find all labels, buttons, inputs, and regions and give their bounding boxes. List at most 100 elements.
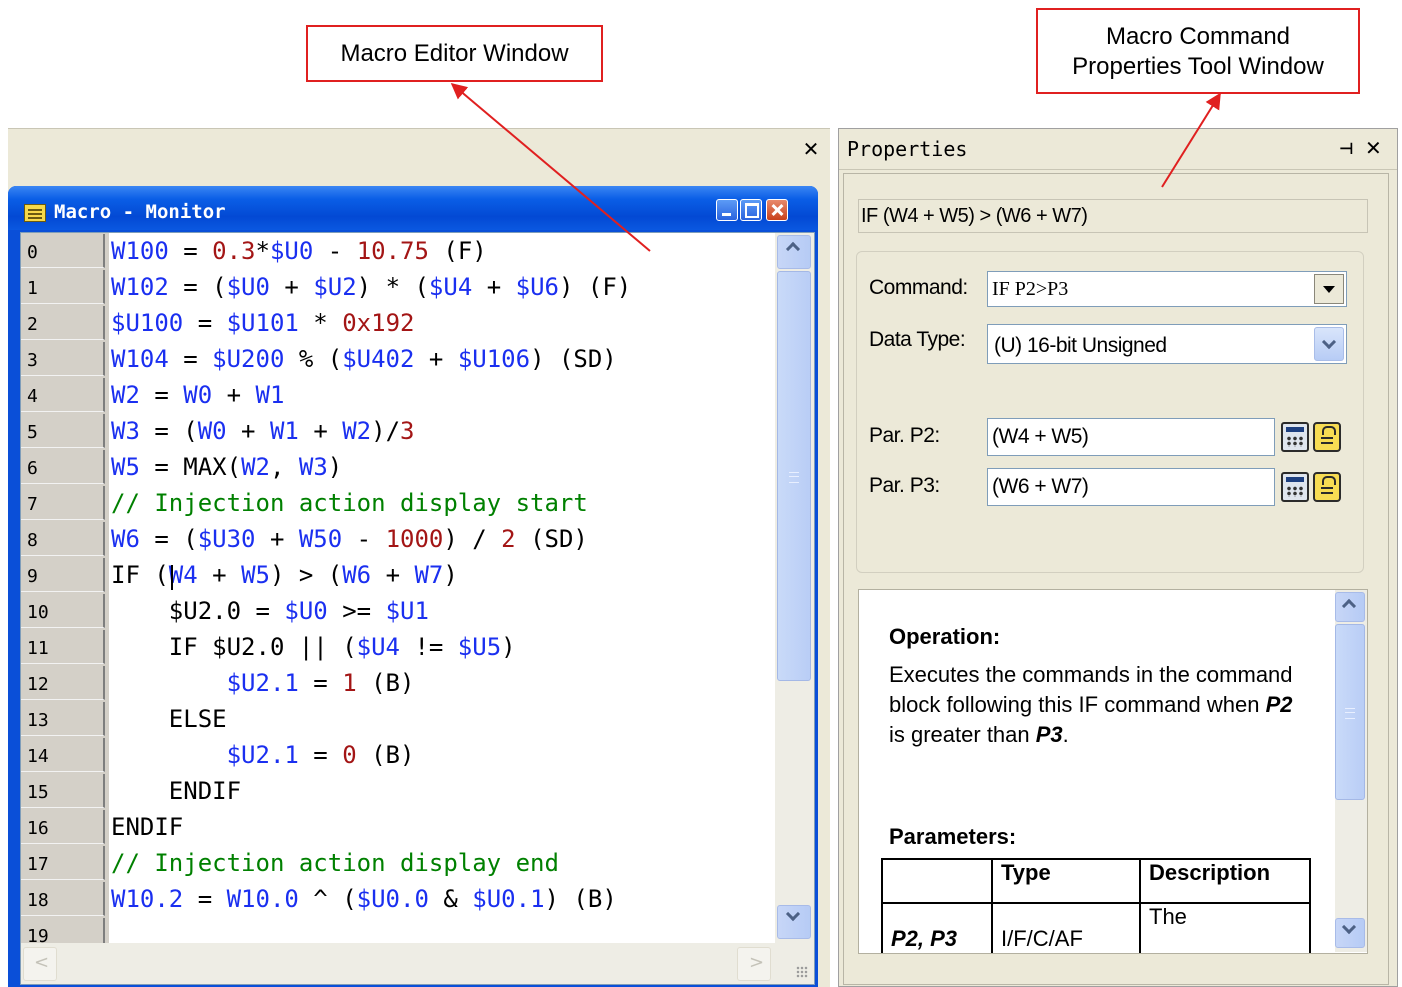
operation-text-part: . xyxy=(1062,722,1069,747)
code-token: W2 xyxy=(342,417,372,445)
code-token: ) xyxy=(443,561,458,589)
help-scroll-thumb[interactable] xyxy=(1335,624,1365,800)
dropdown-arrow-icon[interactable] xyxy=(1314,274,1344,304)
code-line[interactable]: 17// Injection action display end xyxy=(21,845,775,881)
command-dropdown[interactable]: IF P2>P3 xyxy=(987,271,1347,307)
code-token: W5 xyxy=(111,453,140,481)
operation-heading: Operation: xyxy=(889,624,1001,649)
code-token: 0 xyxy=(342,741,357,769)
code-line[interactable]: 18 W10.2 = W10.0 ^ ($U0.0 & $U0.1) (B) xyxy=(21,881,775,917)
code-line[interactable]: 8 W6 = ($U30 + W50 - 1000) / 2 (SD) xyxy=(21,521,775,557)
code-text: W104 = $U200 % ($U402 + $U106) (SD) xyxy=(111,341,617,377)
code-line[interactable]: 4 W2 = W0 + W1 xyxy=(21,377,775,413)
code-token: $U2.0 xyxy=(168,597,242,625)
operation-text-part: Executes the commands in the command blo… xyxy=(889,662,1293,717)
code-line[interactable]: 5 W3 = (W0 + W1 + W2)/3 xyxy=(21,413,775,449)
minimize-button[interactable] xyxy=(716,199,738,221)
callout-properties-tool: Macro Command Properties Tool Window xyxy=(1036,8,1360,94)
data-type-dropdown[interactable]: (U) 16-bit Unsigned xyxy=(987,324,1347,364)
operation-text-part: is greater than xyxy=(889,722,1036,747)
code-line[interactable]: 7// Injection action display start xyxy=(21,485,775,521)
properties-tool-window: Properties ⊣ ✕ IF (W4 + W5) > (W6 + W7) … xyxy=(838,128,1398,987)
par-p2-input[interactable]: (W4 + W5) xyxy=(987,418,1275,456)
close-icon[interactable]: ✕ xyxy=(802,139,820,159)
par-p3-input[interactable]: (W6 + W7) xyxy=(987,468,1275,506)
editor-scroll-thumb[interactable] xyxy=(777,271,811,681)
code-token: W10.2 xyxy=(111,885,184,913)
code-token: (B) xyxy=(356,669,415,697)
code-token: W2 xyxy=(241,453,270,481)
scroll-down-icon[interactable] xyxy=(1335,918,1365,948)
macro-document-icon xyxy=(24,204,46,222)
maximize-button[interactable] xyxy=(740,199,762,221)
calculator-icon[interactable] xyxy=(1281,422,1309,452)
code-token: + xyxy=(212,381,256,409)
code-line[interactable]: 6 W5 = MAX(W2, W3) xyxy=(21,449,775,485)
code-text: $U2.1 = 0 (B) xyxy=(111,737,415,773)
code-text: // Injection action display start xyxy=(111,485,588,521)
code-line[interactable]: 10 $U2.0 = $U0 >= $U1 xyxy=(21,593,775,629)
scroll-left-icon[interactable] xyxy=(23,947,57,981)
code-line[interactable]: 15 ENDIF xyxy=(21,773,775,809)
code-lines[interactable]: 0 W100 = 0.3*$U0 - 10.75 (F) 1 W102 = ($U0 … xyxy=(21,233,775,943)
table-cell: I/F/C/AF xyxy=(991,902,1141,953)
table-header-row: Type Description xyxy=(881,858,1311,904)
code-line[interactable]: 1 W102 = ($U0 + $U2) * ($U4 + $U6) (F) xyxy=(21,269,775,305)
code-text: ELSE xyxy=(111,701,227,737)
operation-param-p3: P3 xyxy=(1035,722,1063,747)
calculator-icon[interactable] xyxy=(1281,472,1309,502)
code-text: W102 = ($U0 + $U2) * ($U4 + $U6) (F) xyxy=(111,269,631,305)
editor-horizontal-scrollbar[interactable] xyxy=(21,943,775,984)
code-line[interactable]: 19 xyxy=(21,917,775,943)
code-token: $U101 xyxy=(226,309,299,337)
chevron-down-icon[interactable] xyxy=(1314,327,1344,361)
code-token: + xyxy=(255,525,299,553)
editor-vertical-scrollbar[interactable] xyxy=(775,233,814,943)
code-line[interactable]: 12 $U2.1 = 1 (B) xyxy=(21,665,775,701)
properties-title: Properties xyxy=(847,137,968,161)
callout-properties-line2: Properties Tool Window xyxy=(1072,53,1324,80)
code-token: + xyxy=(269,273,314,301)
line-number: 4 xyxy=(21,378,105,412)
code-token: $U0.0 xyxy=(356,885,429,913)
code-token: (SD) xyxy=(515,525,588,553)
code-line[interactable]: 13 ELSE xyxy=(21,701,775,737)
code-token: W5 xyxy=(241,561,270,589)
scroll-up-icon[interactable] xyxy=(1335,592,1365,622)
code-line[interactable]: 11 IF $U2.0 || ($U4 != $U5) xyxy=(21,629,775,665)
tag-browser-icon[interactable] xyxy=(1313,472,1341,502)
code-token: IF ( xyxy=(111,561,169,589)
code-line[interactable]: 16 ENDIF xyxy=(21,809,775,845)
code-token: $U106 xyxy=(457,345,531,373)
macro-window-title: Macro - Monitor xyxy=(54,201,226,223)
line-number: 11 xyxy=(21,630,105,664)
code-editor[interactable]: 0 W100 = 0.3*$U0 - 10.75 (F) 1 W102 = ($U0 … xyxy=(20,232,815,985)
command-label: Command: xyxy=(869,276,968,299)
scroll-right-icon[interactable] xyxy=(737,947,771,981)
line-number: 9 xyxy=(21,558,105,592)
code-token: $U1 xyxy=(385,597,429,625)
resize-grip-icon[interactable] xyxy=(775,943,814,984)
tag-browser-icon[interactable] xyxy=(1313,422,1341,452)
close-window-button[interactable] xyxy=(766,199,788,221)
macro-window-titlebar[interactable]: Macro - Monitor xyxy=(8,186,818,230)
pin-icon[interactable]: ⊣ xyxy=(1339,141,1357,157)
code-token: W7 xyxy=(414,561,444,589)
code-token: $U30 xyxy=(197,525,256,553)
code-token: $U100 xyxy=(111,309,184,337)
scroll-up-icon[interactable] xyxy=(777,235,811,269)
code-line[interactable]: 9 IF (W4 + W5) > (W6 + W7) xyxy=(21,557,775,593)
code-token: = xyxy=(183,309,227,337)
scroll-down-icon[interactable] xyxy=(777,905,811,939)
code-token: = xyxy=(298,669,343,697)
code-line[interactable]: 0 W100 = 0.3*$U0 - 10.75 (F) xyxy=(21,233,775,269)
close-icon[interactable]: ✕ xyxy=(1365,137,1385,159)
code-token: 10.75 xyxy=(356,237,429,265)
code-line[interactable]: 2 $U100 = $U101 * 0x192 xyxy=(21,305,775,341)
operation-param-p2: P2 xyxy=(1265,692,1293,717)
code-token: = xyxy=(183,885,227,913)
code-token: + xyxy=(472,273,516,301)
help-vertical-scrollbar[interactable] xyxy=(1335,590,1367,952)
code-line[interactable]: 3 W104 = $U200 % ($U402 + $U106) (SD) xyxy=(21,341,775,377)
code-line[interactable]: 14 $U2.1 = 0 (B) xyxy=(21,737,775,773)
